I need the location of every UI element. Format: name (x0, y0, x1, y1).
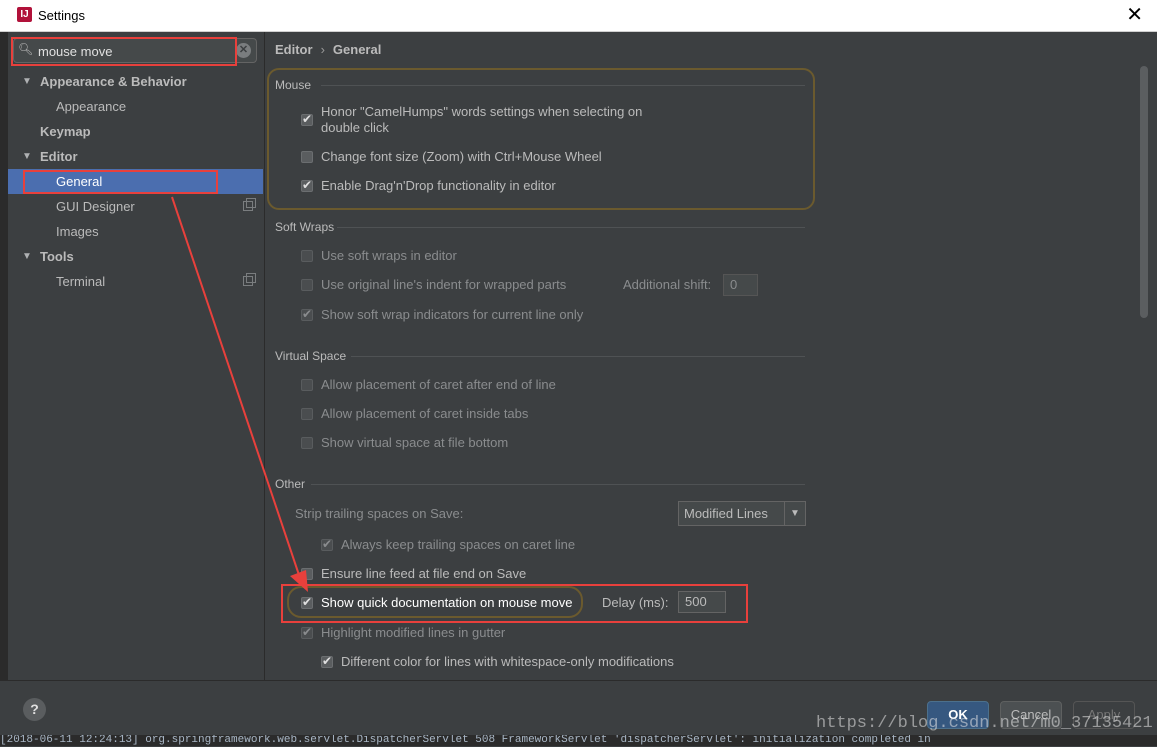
console-log-line: [2018-06-11 12:24:13] org.springframewor… (0, 735, 1157, 746)
help-button[interactable]: ? (23, 698, 46, 721)
watermark: https://blog.csdn.net/m0_37135421 (816, 714, 1153, 733)
annotation-arrow (171, 196, 308, 592)
